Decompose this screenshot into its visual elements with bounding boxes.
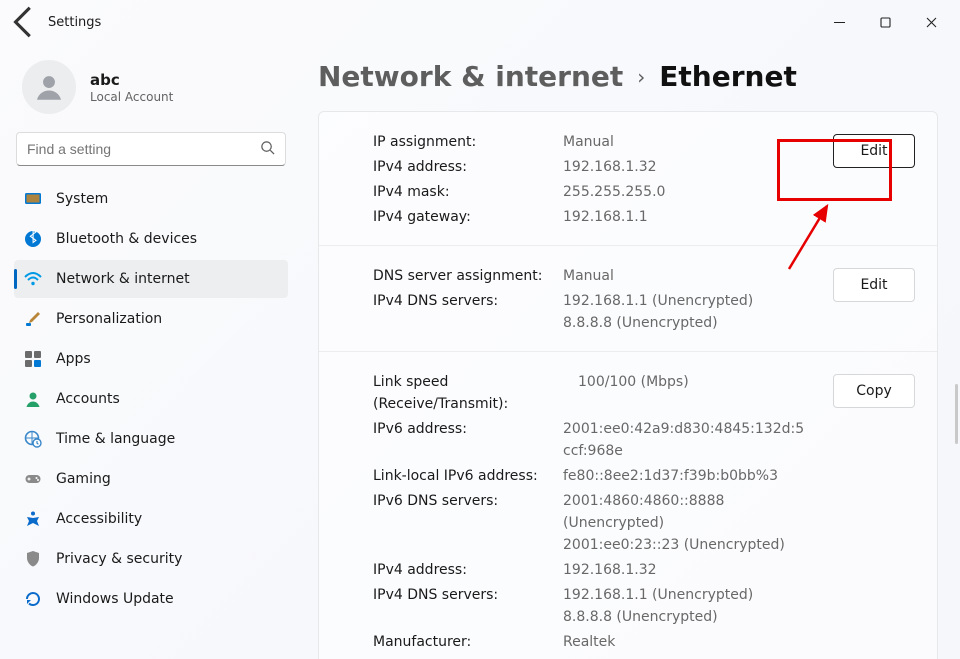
ethernet-panel: IP assignment:Manual IPv4 address:192.16…	[318, 111, 938, 659]
user-subtitle: Local Account	[90, 90, 173, 104]
title-bar: Settings	[0, 0, 960, 44]
system-icon	[24, 190, 42, 208]
value-ipv6-dns: 2001:4860:4860::8888 (Unencrypted) 2001:…	[563, 490, 915, 556]
window-title: Settings	[48, 15, 101, 30]
sidebar-item-time-language[interactable]: Time & language	[14, 420, 288, 458]
sidebar-item-label: Network & internet	[56, 271, 190, 287]
value-manufacturer: Realtek	[563, 631, 915, 653]
sidebar-item-label: Privacy & security	[56, 551, 182, 567]
sidebar-item-label: Windows Update	[56, 591, 174, 607]
value-ipv6-address: 2001:ee0:42a9:d830:4845:132d:5ccf:968e	[563, 418, 915, 462]
user-block[interactable]: abc Local Account	[14, 54, 288, 132]
sidebar: abc Local Account System Bluetooth & dev…	[0, 44, 300, 659]
label-link-local: Link-local IPv6 address:	[373, 465, 563, 487]
sidebar-item-label: Gaming	[56, 471, 111, 487]
update-icon	[24, 590, 42, 608]
user-name: abc	[90, 71, 173, 89]
search-icon	[260, 140, 275, 159]
copy-info-button[interactable]: Copy	[833, 374, 915, 408]
value-ipv4-address-2: 192.168.1.32	[563, 559, 915, 581]
value-ipv4-dns-2: 192.168.1.1 (Unencrypted) 8.8.8.8 (Unenc…	[563, 584, 915, 628]
wifi-icon	[24, 270, 42, 288]
label-link-speed: Link speed (Receive/Transmit):	[373, 371, 578, 415]
sidebar-item-system[interactable]: System	[14, 180, 288, 218]
value-ipv4-gateway: 192.168.1.1	[563, 206, 915, 228]
main-content: Network & internet › Ethernet IP assignm…	[300, 44, 960, 659]
sidebar-item-label: Time & language	[56, 431, 175, 447]
brush-icon	[24, 310, 42, 328]
globe-clock-icon	[24, 430, 42, 448]
search-input[interactable]	[27, 141, 260, 157]
person-icon	[24, 390, 42, 408]
avatar	[22, 60, 76, 114]
sidebar-item-label: System	[56, 191, 108, 207]
sidebar-item-accounts[interactable]: Accounts	[14, 380, 288, 418]
window-close-button[interactable]	[908, 2, 954, 42]
sidebar-item-privacy[interactable]: Privacy & security	[14, 540, 288, 578]
dns-assignment-section: DNS server assignment:Manual IPv4 DNS se…	[319, 245, 937, 351]
nav-list: System Bluetooth & devices Network & int…	[14, 180, 288, 618]
value-ipv4-mask: 255.255.255.0	[563, 181, 915, 203]
window-minimize-button[interactable]	[816, 2, 862, 42]
breadcrumb: Network & internet › Ethernet	[318, 60, 938, 93]
gamepad-icon	[24, 470, 42, 488]
sidebar-item-windows-update[interactable]: Windows Update	[14, 580, 288, 618]
accessibility-icon	[24, 510, 42, 528]
sidebar-item-label: Apps	[56, 351, 91, 367]
label-ipv6-dns: IPv6 DNS servers:	[373, 490, 563, 512]
window-maximize-button[interactable]	[862, 2, 908, 42]
label-ipv4-address: IPv4 address:	[373, 156, 563, 178]
edit-dns-button[interactable]: Edit	[833, 268, 915, 302]
label-dns-assignment: DNS server assignment:	[373, 265, 563, 287]
sidebar-item-accessibility[interactable]: Accessibility	[14, 500, 288, 538]
label-manufacturer: Manufacturer:	[373, 631, 563, 653]
search-box[interactable]	[16, 132, 286, 166]
sidebar-item-label: Personalization	[56, 311, 162, 327]
apps-icon	[24, 350, 42, 368]
sidebar-item-label: Bluetooth & devices	[56, 231, 197, 247]
back-button[interactable]	[6, 3, 44, 41]
label-ipv4-address-2: IPv4 address:	[373, 559, 563, 581]
label-ipv4-mask: IPv4 mask:	[373, 181, 563, 203]
sidebar-item-network[interactable]: Network & internet	[14, 260, 288, 298]
sidebar-item-label: Accessibility	[56, 511, 142, 527]
edit-ip-button[interactable]: Edit	[833, 134, 915, 168]
bluetooth-icon	[24, 230, 42, 248]
label-ipv4-dns: IPv4 DNS servers:	[373, 290, 563, 312]
scrollbar-thumb[interactable]	[955, 384, 958, 444]
label-ipv4-dns-2: IPv4 DNS servers:	[373, 584, 563, 606]
sidebar-item-apps[interactable]: Apps	[14, 340, 288, 378]
sidebar-item-personalization[interactable]: Personalization	[14, 300, 288, 338]
label-ipv4-gateway: IPv4 gateway:	[373, 206, 563, 228]
value-link-local: fe80::8ee2:1d37:f39b:b0bb%3	[563, 465, 915, 487]
sidebar-item-gaming[interactable]: Gaming	[14, 460, 288, 498]
label-ipv6-address: IPv6 address:	[373, 418, 563, 440]
shield-icon	[24, 550, 42, 568]
ip-assignment-section: IP assignment:Manual IPv4 address:192.16…	[319, 112, 937, 245]
chevron-right-icon: ›	[637, 65, 645, 89]
sidebar-item-label: Accounts	[56, 391, 120, 407]
network-info-section: Link speed (Receive/Transmit):100/100 (M…	[319, 351, 937, 659]
page-title: Ethernet	[659, 60, 797, 93]
sidebar-item-bluetooth[interactable]: Bluetooth & devices	[14, 220, 288, 258]
breadcrumb-parent[interactable]: Network & internet	[318, 60, 623, 93]
label-ip-assignment: IP assignment:	[373, 131, 563, 153]
